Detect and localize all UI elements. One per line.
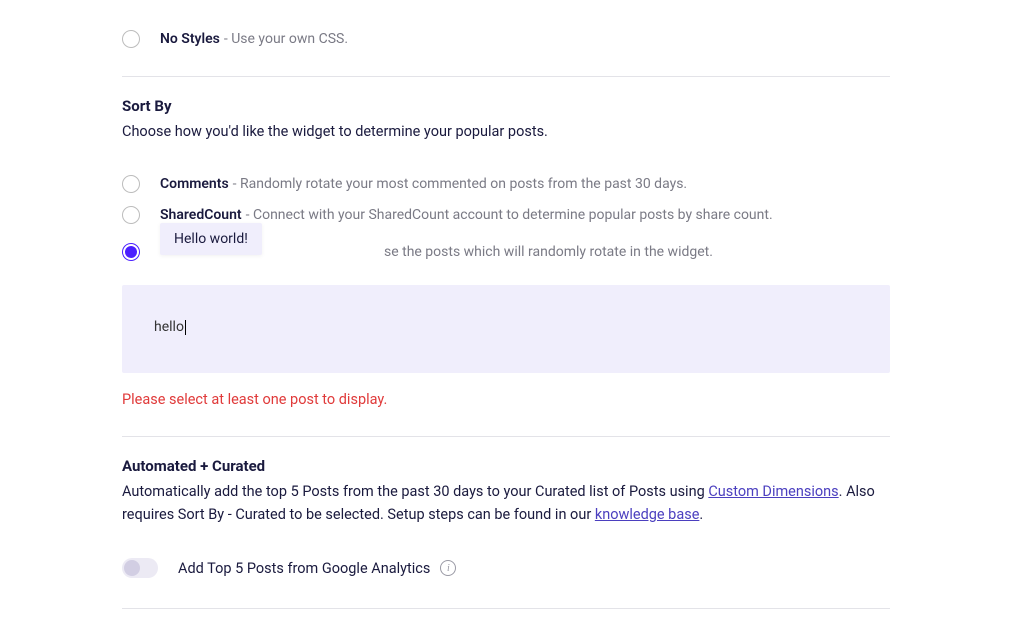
- divider: [122, 608, 890, 609]
- toggle-label-ga: Add Top 5 Posts from Google Analytics: [178, 560, 430, 577]
- curated-posts-input-text[interactable]: hello: [154, 319, 184, 335]
- radio-comments[interactable]: [122, 175, 140, 193]
- radio-curated[interactable]: [122, 243, 140, 261]
- radio-label-comments: Comments: [160, 176, 229, 192]
- radio-option-no-styles[interactable]: No Styles - Use your own CSS.: [122, 30, 890, 48]
- toggle-add-top5[interactable]: [122, 558, 158, 578]
- automated-title: Automated + Curated: [122, 457, 890, 475]
- link-knowledge-base[interactable]: knowledge base: [595, 506, 700, 523]
- info-icon[interactable]: i: [440, 560, 456, 576]
- radio-label-no-styles: No Styles: [160, 31, 220, 47]
- toggle-row-ga: Add Top 5 Posts from Google Analytics i: [122, 558, 890, 578]
- radio-option-sharedcount[interactable]: SharedCount - Connect with your SharedCo…: [122, 206, 890, 224]
- radio-no-styles[interactable]: [122, 30, 140, 48]
- automated-desc: Automatically add the top 5 Posts from t…: [122, 481, 890, 526]
- radio-option-curated[interactable]: Hello world! se the posts which will ran…: [122, 237, 890, 267]
- divider: [122, 76, 890, 77]
- radio-sharedcount[interactable]: [122, 206, 140, 224]
- autocomplete-suggestion[interactable]: Hello world!: [160, 223, 262, 255]
- error-message: Please select at least one post to displ…: [122, 391, 890, 408]
- radio-option-comments[interactable]: Comments - Randomly rotate your most com…: [122, 175, 890, 193]
- curated-posts-input-container[interactable]: hello: [122, 285, 890, 373]
- autocomplete-suggestion-text: Hello world!: [174, 231, 248, 247]
- radio-desc-curated: se the posts which will randomly rotate …: [384, 244, 713, 260]
- sortby-desc: Choose how you'd like the widget to dete…: [122, 121, 890, 143]
- radio-desc-sharedcount: - Connect with your SharedCount account …: [246, 207, 773, 223]
- text-caret: [185, 320, 186, 335]
- sortby-title: Sort By: [122, 97, 890, 115]
- radio-label-sharedcount: SharedCount: [160, 207, 242, 223]
- toggle-knob: [124, 560, 140, 576]
- link-custom-dimensions[interactable]: Custom Dimensions: [708, 483, 838, 500]
- divider: [122, 436, 890, 437]
- radio-desc-no-styles: - Use your own CSS.: [224, 31, 348, 47]
- radio-desc-comments: - Randomly rotate your most commented on…: [233, 176, 687, 192]
